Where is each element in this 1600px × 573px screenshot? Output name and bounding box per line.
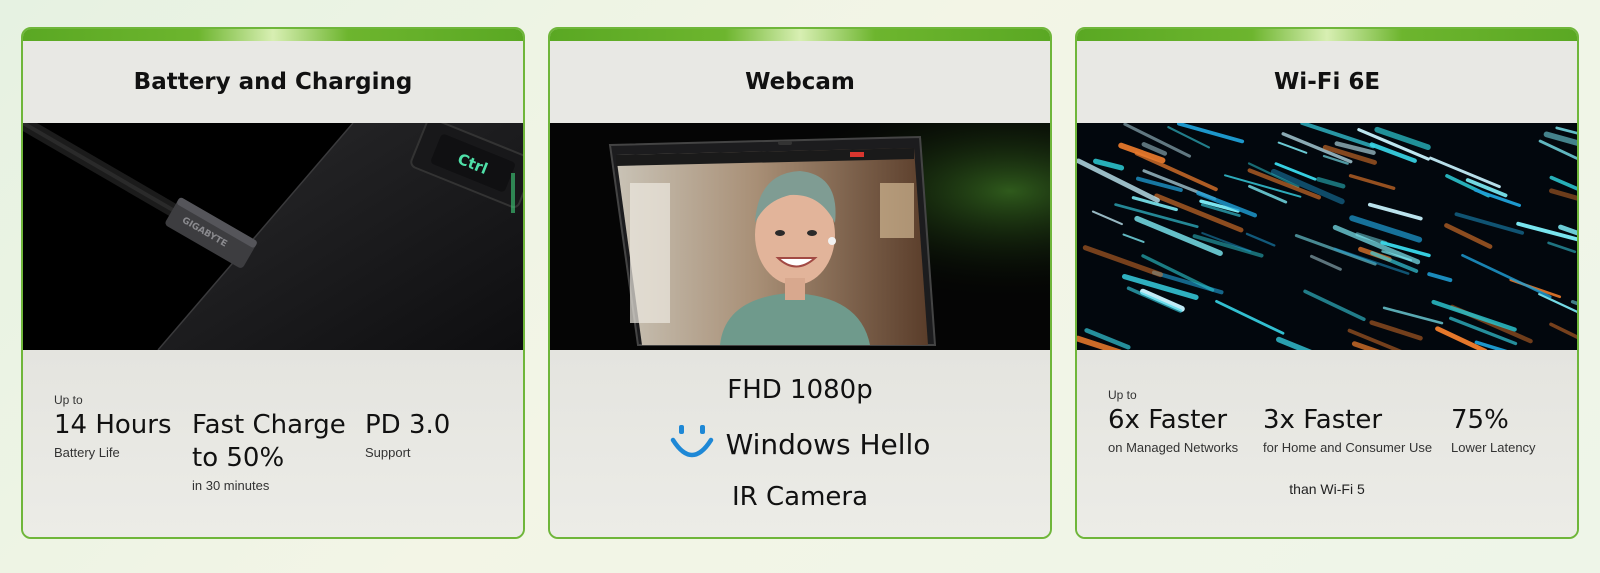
comparison-footnote: than Wi-Fi 5 [1289,481,1365,497]
stat-value: 3x Faster [1263,405,1383,435]
stat-value: 6x Faster [1108,405,1228,435]
stat-value: 75% [1451,405,1509,435]
stat-caption: in 30 minutes [192,478,270,493]
resolution-text: FHD 1080p [727,375,873,405]
battery-life-stat: Up to 14 Hours Battery Life [54,393,172,460]
stat-caption: for Home and Consumer Use [1263,440,1433,455]
card-title: Battery and Charging [133,69,413,95]
smiley-face-icon [670,422,714,467]
battery-card: Battery and Charging GIGABYTE Ctrl Up to… [21,27,525,539]
wifi-specs: Up to 6x Faster on Managed Networks 3x F… [1077,350,1577,537]
data-streaks-image [1077,123,1577,350]
card-accent-bar [550,29,1050,41]
stat-caption: on Managed Networks [1108,440,1239,455]
webcam-video-call-image [550,123,1050,350]
windows-hello-text: Windows Hello [725,428,931,461]
card-accent-bar [1077,29,1577,41]
stat-caption: Battery Life [54,445,120,460]
stat-value: 14 Hours [54,410,172,440]
ir-camera-text: IR Camera [731,482,869,512]
home-use-stat: 3x Faster for Home and Consumer Use [1263,404,1432,455]
wifi-card: Wi-Fi 6E Up to 6x Faster on Managed Netw… [1075,27,1579,539]
managed-networks-stat: Up to 6x Faster on Managed Networks [1108,388,1238,455]
webcam-card: Webcam FHD 1080p Windows Hello IR Camera [548,27,1052,539]
stat-value: PD 3.0 [365,410,451,440]
stat-value-line2: to 50% [192,443,285,473]
stat-caption: Support [365,445,411,460]
card-header: Battery and Charging [23,41,523,123]
stat-value: Fast Charge [192,410,346,440]
laptop-charging-illustration: GIGABYTE Ctrl [23,123,523,350]
card-title: Wi-Fi 6E [1273,69,1381,95]
usb-c-cable-image: GIGABYTE Ctrl [23,123,523,350]
laptop-webcam-illustration [550,123,1050,350]
fast-charge-stat: Fast Charge to 50% in 30 minutes [192,409,346,493]
card-accent-bar [23,29,523,41]
webcam-specs: FHD 1080p Windows Hello IR Camera [550,350,1050,537]
card-title: Webcam [745,69,855,95]
card-header: Wi-Fi 6E [1077,41,1577,123]
battery-specs: Up to 14 Hours Battery Life Fast Charge … [23,350,523,537]
card-header: Webcam [550,41,1050,123]
stat-caption: Lower Latency [1451,440,1536,455]
light-streaks-illustration [1077,123,1577,350]
latency-stat: 75% Lower Latency [1451,404,1536,455]
stat-prefix: Up to [54,393,83,407]
pd-support-stat: PD 3.0 Support [365,409,450,460]
stat-prefix: Up to [1108,388,1137,402]
windows-hello-row: Windows Hello [550,422,1050,467]
